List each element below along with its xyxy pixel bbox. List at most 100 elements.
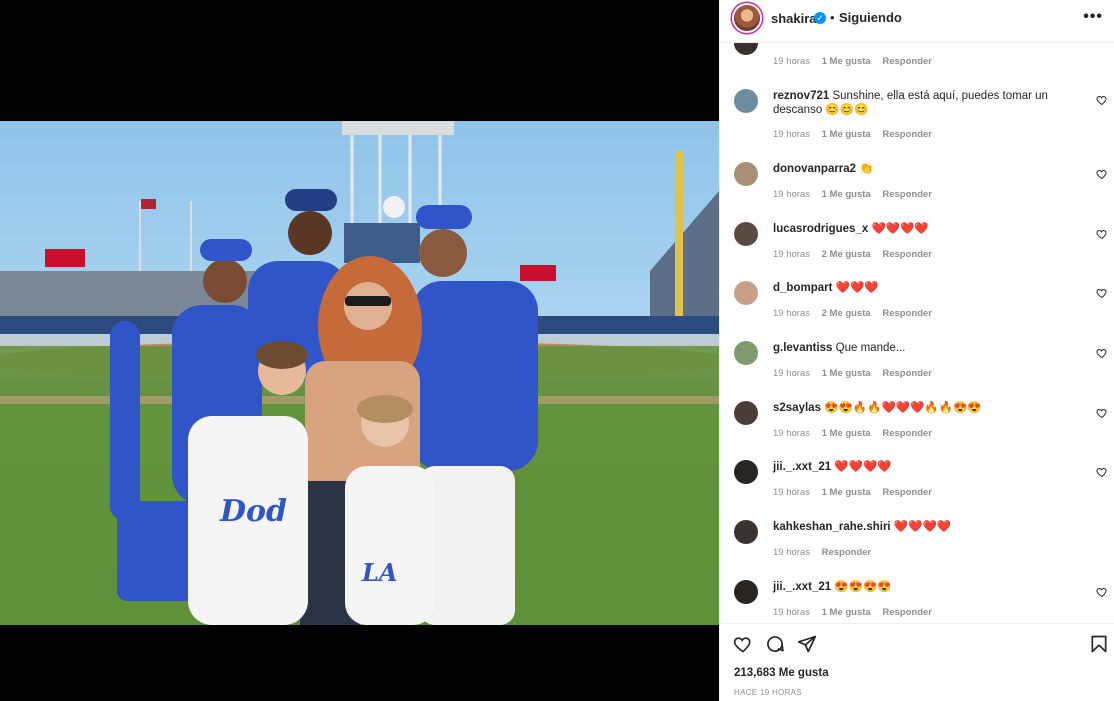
following-button[interactable]: Siguiendo [839, 10, 902, 25]
comment-meta: 19 horas Responder [773, 547, 880, 558]
comment-likes[interactable]: 1 Me gusta [822, 428, 871, 439]
avatar[interactable] [734, 341, 758, 365]
reply-button[interactable]: Responder [882, 428, 932, 439]
heart-icon[interactable] [1096, 407, 1108, 419]
comment-username[interactable]: jii._.xxt_21 [773, 461, 831, 473]
comment-body: reznov721 Sunshine, ella está aquí, pued… [773, 89, 1063, 117]
comment-time[interactable]: 19 horas [773, 428, 810, 439]
comment-username[interactable]: d_bompart [773, 282, 832, 294]
comment-body: jii._.xxt_21 😍😍😍😍 [773, 580, 1063, 594]
avatar[interactable] [734, 5, 760, 31]
comment-time[interactable]: 19 horas [773, 129, 810, 140]
heart-icon[interactable] [1096, 168, 1108, 180]
comment-text: ❤️❤️❤️❤️ [871, 223, 929, 235]
reply-button[interactable]: Responder [882, 487, 932, 498]
comment-likes[interactable]: 1 Me gusta [822, 487, 871, 498]
comment-body: kahkeshan_rahe.shiri ❤️❤️❤️❤️ [773, 520, 1063, 534]
comment-username[interactable]: jii._.xxt_21 [773, 581, 831, 593]
post-photo-illustration: Dod LA [0, 121, 719, 625]
comment-likes[interactable]: 1 Me gusta [822, 56, 871, 67]
heart-icon[interactable] [1096, 347, 1108, 359]
list-item: 19 horas 1 Me gusta Responder [720, 43, 1114, 73]
comment-username[interactable]: g.levantiss [773, 342, 832, 354]
avatar[interactable] [734, 222, 758, 246]
reply-button[interactable]: Responder [882, 308, 932, 319]
comment-time[interactable]: 19 horas [773, 308, 810, 319]
comment-likes[interactable]: 1 Me gusta [822, 189, 871, 200]
username-link[interactable]: shakira [771, 11, 817, 26]
reply-button[interactable]: Responder [882, 249, 932, 260]
comment-username[interactable]: kahkeshan_rahe.shiri [773, 521, 891, 533]
comment-text: 😍😍🔥🔥❤️❤️❤️🔥🔥😍😍 [824, 402, 982, 414]
comment-body: d_bompart ❤️❤️❤️ [773, 281, 1063, 295]
comment-meta: 19 horas 1 Me gusta Responder [773, 607, 941, 618]
comment-username[interactable]: donovanparra2 [773, 163, 856, 175]
comment-likes[interactable]: 1 Me gusta [822, 129, 871, 140]
avatar[interactable] [734, 281, 758, 305]
likes-count[interactable]: 213,683 Me gusta [734, 667, 829, 679]
avatar[interactable] [734, 401, 758, 425]
comment-time[interactable]: 19 horas [773, 547, 810, 558]
post-header: shakira ✓ • Siguiendo ••• [720, 0, 1114, 43]
avatar[interactable] [734, 460, 758, 484]
comment-body: jii._.xxt_21 ❤️❤️❤️❤️ [773, 460, 1063, 474]
post-media-pane: Dod LA [0, 0, 719, 701]
comment-username[interactable]: s2saylas [773, 402, 821, 414]
comment-time[interactable]: 19 horas [773, 56, 810, 67]
avatar[interactable] [734, 43, 758, 55]
reply-button[interactable]: Responder [882, 189, 932, 200]
avatar[interactable] [734, 520, 758, 544]
heart-icon[interactable] [1096, 466, 1108, 478]
post-actions: 213,683 Me gusta HACE 19 HORAS [720, 623, 1114, 701]
comment-meta: 19 horas 1 Me gusta Responder [773, 487, 941, 498]
heart-icon[interactable] [1096, 586, 1108, 598]
comment-body: donovanparra2 👏 [773, 162, 1063, 176]
heart-icon[interactable] [733, 634, 753, 654]
post-photo[interactable]: Dod LA [0, 121, 719, 625]
comment-icon[interactable] [765, 634, 785, 654]
post-timestamp[interactable]: HACE 19 HORAS [734, 688, 802, 697]
comment-meta: 19 horas 1 Me gusta Responder [773, 428, 941, 439]
share-icon[interactable] [797, 634, 817, 654]
comment-time[interactable]: 19 horas [773, 487, 810, 498]
stands-right [650, 191, 719, 321]
comment-body: lucasrodrigues_x ❤️❤️❤️❤️ [773, 222, 1063, 236]
comment-likes[interactable]: 1 Me gusta [822, 368, 871, 379]
avatar[interactable] [734, 89, 758, 113]
comment-time[interactable]: 19 horas [773, 368, 810, 379]
avatar[interactable] [734, 162, 758, 186]
comment-text: ❤️❤️❤️ [835, 282, 879, 294]
comment-likes[interactable]: 2 Me gusta [822, 308, 871, 319]
comment-body: s2saylas 😍😍🔥🔥❤️❤️❤️🔥🔥😍😍 [773, 401, 1063, 415]
reply-button[interactable]: Responder [882, 607, 932, 618]
comment-likes[interactable]: 1 Me gusta [822, 607, 871, 618]
comment-meta: 19 horas 1 Me gusta Responder [773, 56, 941, 67]
heart-icon[interactable] [1096, 287, 1108, 299]
reply-button[interactable]: Responder [882, 368, 932, 379]
avatar[interactable] [734, 580, 758, 604]
comment-meta: 19 horas 2 Me gusta Responder [773, 249, 941, 260]
more-options-icon[interactable]: ••• [1083, 8, 1103, 26]
comment-text: ❤️❤️❤️❤️ [893, 521, 952, 533]
comment-text: 👏 [859, 163, 874, 175]
comments-list[interactable]: 19 horas 1 Me gusta Responder reznov721 … [720, 43, 1114, 623]
comment-text: 😍😍😍😍 [834, 581, 892, 593]
verified-badge-icon: ✓ [814, 12, 826, 24]
heart-icon[interactable] [1096, 228, 1108, 240]
scoreboard [344, 223, 420, 263]
comment-meta: 19 horas 1 Me gusta Responder [773, 368, 941, 379]
reply-button[interactable]: Responder [882, 56, 932, 67]
heart-icon[interactable] [1096, 94, 1108, 106]
bookmark-icon[interactable] [1089, 634, 1109, 654]
comment-time[interactable]: 19 horas [773, 189, 810, 200]
comment-meta: 19 horas 1 Me gusta Responder [773, 129, 941, 140]
reply-button[interactable]: Responder [882, 129, 932, 140]
reply-button[interactable]: Responder [822, 547, 872, 558]
comment-likes[interactable]: 2 Me gusta [822, 249, 871, 260]
comment-username[interactable]: reznov721 [773, 90, 829, 102]
comment-time[interactable]: 19 horas [773, 249, 810, 260]
post-sidebar: shakira ✓ • Siguiendo ••• 19 horas 1 Me … [719, 0, 1114, 701]
comment-time[interactable]: 19 horas [773, 607, 810, 618]
comment-text: Que mande... [835, 342, 906, 354]
comment-username[interactable]: lucasrodrigues_x [773, 223, 868, 235]
